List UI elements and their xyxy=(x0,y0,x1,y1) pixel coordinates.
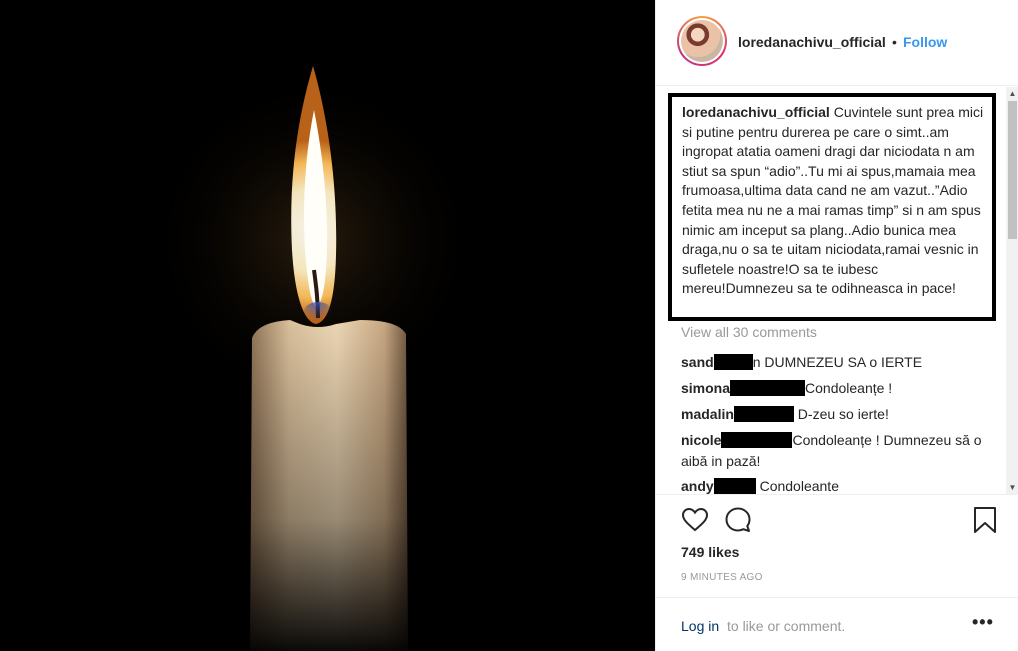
candle-image xyxy=(0,0,655,651)
comment-text: Condoleanțe ! xyxy=(805,380,893,396)
caption: loredanachivu_official Cuvintele sunt pr… xyxy=(668,93,996,321)
post-side-panel: loredanachivu_official • Follow loredana… xyxy=(655,0,1018,651)
post-username[interactable]: loredanachivu_official xyxy=(738,34,886,50)
redaction-bar xyxy=(713,354,753,370)
post-photo xyxy=(0,0,655,651)
comment-username[interactable]: simona xyxy=(681,380,730,396)
comments-scrollbar[interactable]: ▲ ▼ xyxy=(1006,87,1018,494)
redaction-bar xyxy=(713,478,756,494)
caption-username[interactable]: loredanachivu_official xyxy=(682,104,830,120)
comment-text: Condoleante xyxy=(755,478,839,494)
login-text: to like or comment. xyxy=(727,618,846,634)
comment-username[interactable]: nicole xyxy=(681,432,721,448)
comments-section: loredanachivu_official Cuvintele sunt pr… xyxy=(656,87,1018,494)
login-link[interactable]: Log in xyxy=(681,618,719,634)
login-prompt: Log in to like or comment. ••• xyxy=(656,597,1018,651)
redaction-bar xyxy=(733,406,794,422)
heart-icon[interactable] xyxy=(680,505,710,535)
caption-text: Cuvintele sunt prea mici si putine pentr… xyxy=(682,104,984,297)
comment-username[interactable]: sand xyxy=(681,354,714,370)
redaction-bar xyxy=(730,380,806,396)
comment-username[interactable]: madalin xyxy=(681,406,734,422)
comment-item: nicole Condoleanțe ! Dumnezeu să o aibă i… xyxy=(681,430,991,471)
post-actions: 749 likes 9 MINUTES AGO Log in to like o… xyxy=(656,494,1018,651)
follow-button[interactable]: Follow xyxy=(903,34,947,50)
view-all-comments-link[interactable]: View all 30 comments xyxy=(681,324,817,340)
avatar[interactable] xyxy=(677,16,727,66)
comment-item: sand n DUMNEZEU SA o IERTE xyxy=(681,352,991,373)
post-header: loredanachivu_official • Follow xyxy=(656,0,1018,86)
comment-item: andy Condoleante xyxy=(681,476,991,494)
comment-item: madalin D-zeu so ierte! xyxy=(681,404,991,425)
comment-item: simona Condoleanțe ! xyxy=(681,378,991,399)
comment-icon[interactable] xyxy=(723,505,753,535)
bookmark-icon[interactable] xyxy=(970,505,1000,535)
redaction-bar xyxy=(721,432,793,448)
scroll-up-arrow[interactable]: ▲ xyxy=(1006,87,1018,100)
comment-text: n DUMNEZEU SA o IERTE xyxy=(752,354,923,370)
more-options-button[interactable]: ••• xyxy=(972,612,994,633)
comment-text: D-zeu so ierte! xyxy=(793,406,889,422)
likes-count[interactable]: 749 likes xyxy=(681,544,739,560)
header-separator: • xyxy=(892,34,897,50)
scroll-down-arrow[interactable]: ▼ xyxy=(1006,481,1018,494)
post-timestamp: 9 MINUTES AGO xyxy=(681,572,763,583)
scroll-thumb[interactable] xyxy=(1008,101,1017,239)
comment-username[interactable]: andy xyxy=(681,478,714,494)
